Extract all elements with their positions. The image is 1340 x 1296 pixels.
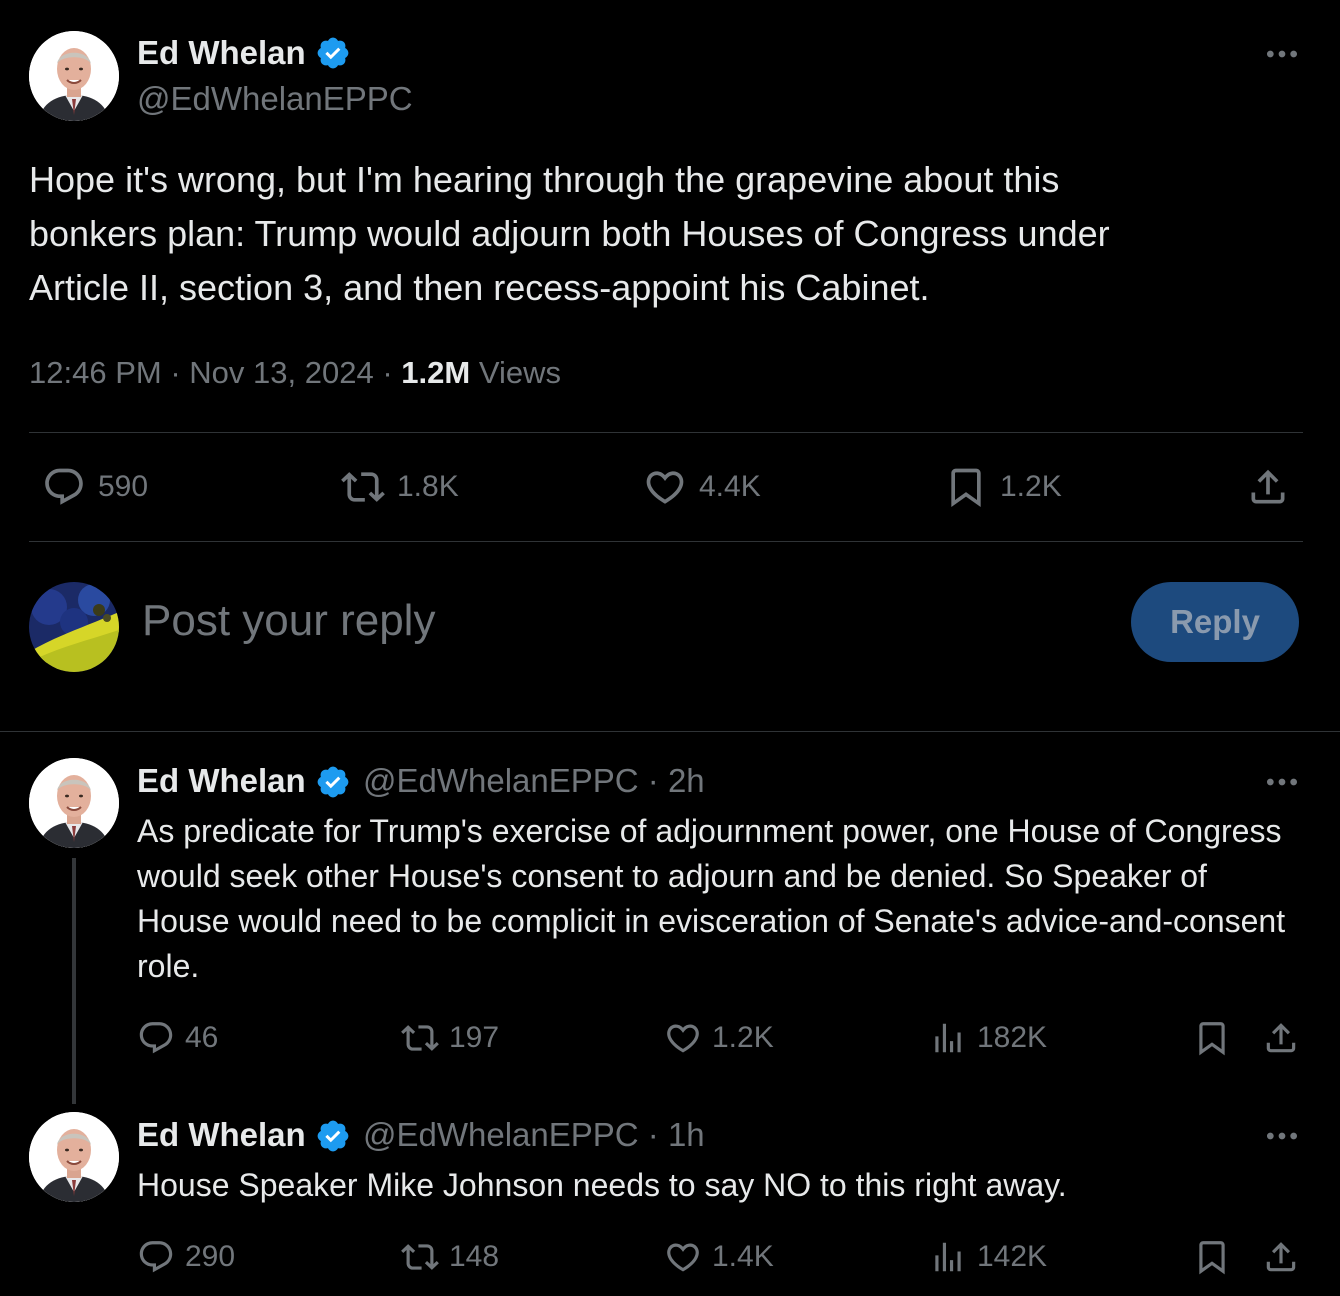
reply-button[interactable]: 290 [137,1238,235,1276]
bookmark-icon [1193,1019,1231,1057]
current-user-avatar[interactable] [29,582,119,672]
reply-button[interactable]: 46 [137,1019,218,1057]
author-avatar[interactable] [29,31,119,121]
tweet-time[interactable]: 12:46 PM [29,355,162,390]
views-count: 142K [977,1240,1048,1273]
bookmark-button[interactable]: 1.2K [944,465,1062,509]
reply-text: As predicate for Trump's exercise of adj… [137,813,1286,984]
share-button[interactable] [1262,1019,1300,1057]
reply-author-handle[interactable]: @EdWhelanEPPC · 2h [363,762,705,800]
more-dots-icon[interactable] [1262,1116,1302,1156]
bookmark-icon [944,465,988,509]
reply-bubble-icon [137,1238,175,1276]
verified-badge-icon [315,764,351,800]
views-button[interactable]: 142K [929,1238,1047,1276]
reply-age[interactable]: · 1h [648,1116,705,1153]
meta-separator: · [382,355,393,390]
reply-age[interactable]: · 2h [648,762,705,799]
reply-text: House Speaker Mike Johnson needs to say … [137,1167,1067,1203]
repost-icon [401,1238,439,1276]
verified-badge-icon [315,1118,351,1154]
like-count: 1.2K [712,1021,774,1054]
bookmark-button[interactable] [1193,1238,1231,1276]
divider [29,541,1303,542]
reply-count: 290 [185,1240,236,1273]
divider [0,731,1340,732]
views-label: Views [478,355,561,390]
views-count: 1.2M [401,355,471,390]
reply-author-name[interactable]: Ed Whelan [137,1116,306,1154]
repost-icon [401,1019,439,1057]
heart-icon [643,465,687,509]
reply-submit-button[interactable]: Reply [1131,582,1299,662]
current-user-avatar-image [29,582,119,672]
like-count: 1.4K [712,1240,774,1273]
reply-author-name[interactable]: Ed Whelan [137,762,306,800]
views-bar-icon [929,1019,967,1057]
bookmark-icon [1193,1238,1231,1276]
repost-button[interactable]: 1.8K [341,465,459,509]
reply-button[interactable]: 590 [42,465,148,509]
verified-badge-icon [315,35,351,71]
reply-bubble-icon [42,465,86,509]
like-count: 4.4K [699,470,761,503]
views-button[interactable]: 182K [929,1019,1047,1057]
views-bar-icon [929,1238,967,1276]
share-icon [1246,465,1290,509]
like-button[interactable]: 1.2K [664,1019,774,1057]
repost-count: 148 [449,1240,500,1273]
reply-bubble-icon [137,1019,175,1057]
author-avatar-image [29,31,119,121]
author-name[interactable]: Ed Whelan [137,34,306,72]
reply-count: 590 [98,470,149,503]
share-button[interactable] [1262,1238,1300,1276]
author-handle[interactable]: @EdWhelanEPPC [137,80,413,118]
reply-handle[interactable]: @EdWhelanEPPC [363,762,639,799]
more-dots-icon[interactable] [1262,34,1302,74]
reply-author-avatar[interactable] [29,758,119,848]
reply-author-handle[interactable]: @EdWhelanEPPC · 1h [363,1116,705,1154]
reply-author-avatar-image [29,758,119,848]
bookmark-button[interactable] [1193,1019,1231,1057]
share-icon [1262,1238,1300,1276]
more-dots-icon[interactable] [1262,762,1302,802]
tweet-date[interactable]: Nov 13, 2024 [189,355,373,390]
divider [29,432,1303,433]
repost-count: 197 [449,1021,500,1054]
tweet-meta: 12:46 PM · Nov 13, 2024 · 1.2M Views [29,355,561,391]
repost-button[interactable]: 148 [401,1238,499,1276]
heart-icon [664,1238,702,1276]
share-button[interactable] [1246,465,1290,509]
repost-button[interactable]: 197 [401,1019,499,1057]
like-button[interactable]: 1.4K [664,1238,774,1276]
reply-count: 46 [185,1021,219,1054]
reply-author-avatar-image [29,1112,119,1202]
bookmark-count: 1.2K [1000,470,1062,503]
reply-input[interactable]: Post your reply [142,596,435,646]
repost-count: 1.8K [397,470,459,503]
thread-connector-line [72,858,76,1104]
repost-icon [341,465,385,509]
reply-handle[interactable]: @EdWhelanEPPC [363,1116,639,1153]
views-count: 182K [977,1021,1048,1054]
share-icon [1262,1019,1300,1057]
heart-icon [664,1019,702,1057]
tweet-text: Hope it's wrong, but I'm hearing through… [29,159,1110,308]
like-button[interactable]: 4.4K [643,465,761,509]
reply-author-avatar[interactable] [29,1112,119,1202]
meta-separator: · [170,355,181,390]
